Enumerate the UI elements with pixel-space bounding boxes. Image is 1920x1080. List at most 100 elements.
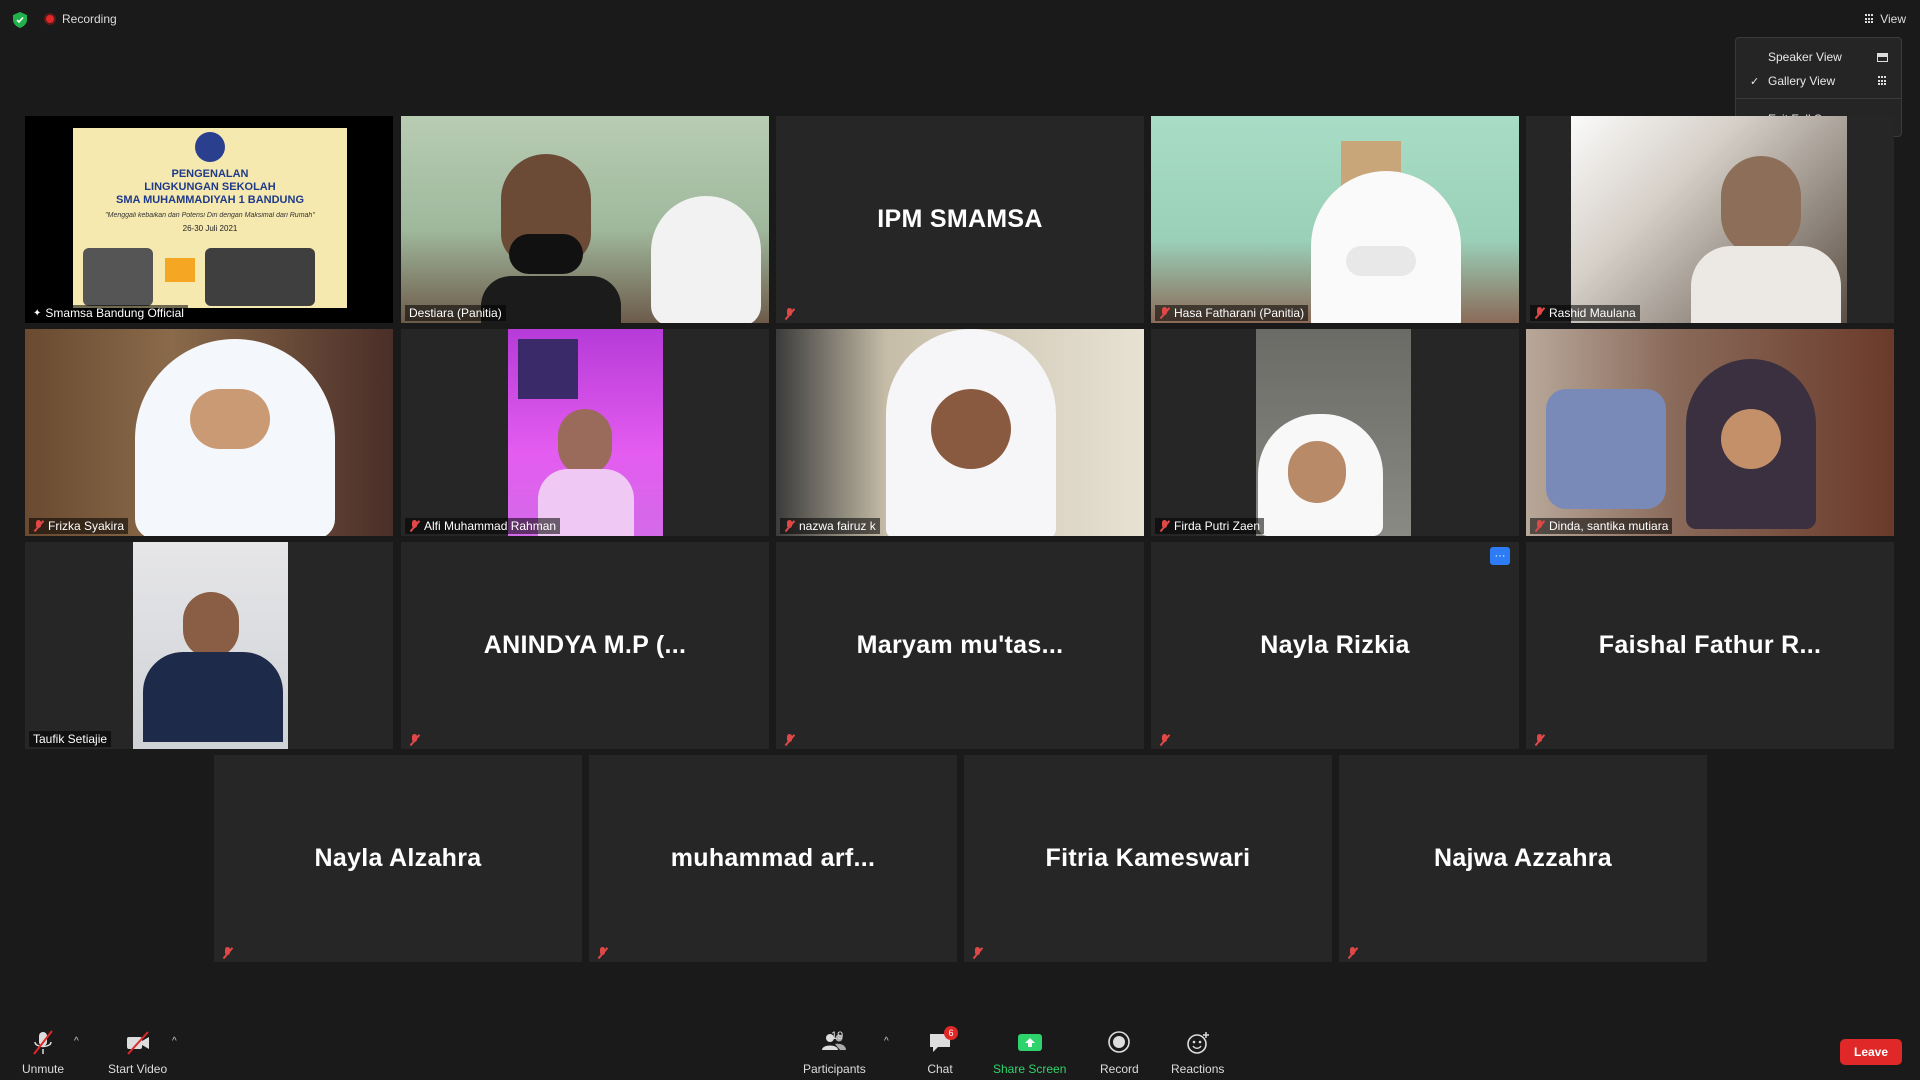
video-feed [776, 329, 1144, 536]
view-button[interactable]: View [1865, 12, 1906, 26]
audio-options-caret[interactable]: ^ [74, 1036, 79, 1047]
muted-mic-icon [1159, 734, 1170, 746]
participant-name-tag [593, 946, 612, 960]
participant-name: Rashid Maulana [1549, 306, 1636, 320]
participant-display-name: Najwa Azzahra [1433, 844, 1613, 872]
slide-sticker [165, 258, 195, 282]
person [558, 409, 612, 475]
person-2 [651, 196, 761, 323]
slide-chair-left [83, 248, 153, 306]
video-feed [1571, 116, 1847, 323]
muted-mic-icon [597, 947, 608, 959]
participants-options-caret[interactable]: ^ [884, 1036, 889, 1047]
slide-line-2: LINGKUNGAN SEKOLAH [144, 181, 276, 193]
slide-date: 26-30 Juli 2021 [182, 224, 238, 233]
unmute-button[interactable]: Unmute [22, 1030, 64, 1076]
menu-item-speaker-view[interactable]: Speaker View [1736, 46, 1901, 68]
start-video-label: Start Video [108, 1062, 168, 1076]
participant-name: Destiara (Panitia) [409, 306, 502, 320]
menu-item-gallery-view[interactable]: ✓ Gallery View [1736, 70, 1901, 92]
video-tile-destiara[interactable]: Destiara (Panitia) [401, 116, 769, 323]
muted-mic-icon [1534, 307, 1545, 319]
shield-icon[interactable] [13, 12, 27, 28]
muted-mic-icon [33, 520, 44, 532]
video-tile-muhammad-arf[interactable]: muhammad arf... [589, 755, 957, 962]
participant-name-tag: Taufik Setiajie [29, 731, 112, 747]
participant-name-tag: Destiara (Panitia) [405, 305, 506, 321]
chat-icon: 6 [926, 1026, 958, 1056]
leave-button[interactable]: Leave [1840, 1039, 1902, 1065]
start-video-button[interactable]: Start Video [108, 1030, 167, 1076]
reactions-button[interactable]: Reactions [1171, 1030, 1224, 1076]
recording-icon [44, 13, 56, 25]
share-screen-icon [1017, 1034, 1042, 1051]
video-tile-nazwa-fairuz[interactable]: nazwa fairuz k [776, 329, 1144, 536]
slide-background: PENGENALAN LINGKUNGAN SEKOLAH SMA MUHAMM… [73, 128, 347, 308]
reactions-label: Reactions [1171, 1062, 1225, 1076]
participant-name: Smamsa Bandung Official [45, 306, 184, 320]
video-tile-hasa-fatharani[interactable]: Hasa Fatharani (Panitia) [1151, 116, 1519, 323]
muted-mic-icon [1347, 947, 1358, 959]
participant-name-tag: Frizka Syakira [29, 518, 129, 534]
participant-name-tag [1343, 946, 1362, 960]
posters [518, 339, 578, 399]
participant-name: Firda Putri Zaen [1174, 519, 1261, 533]
muted-mic-icon [222, 947, 233, 959]
video-tile-maryam[interactable]: Maryam mu'tas... [776, 542, 1144, 749]
recording-label: Recording [62, 12, 117, 26]
video-tile-dinda-santika-mutiara[interactable]: Dinda, santika mutiara [1526, 329, 1894, 536]
top-bar: Recording View [0, 0, 1920, 40]
participant-display-name: Fitria Kameswari [1045, 844, 1251, 872]
share-screen-button[interactable]: Share Screen [993, 1030, 1066, 1076]
menu-divider [1736, 98, 1901, 99]
participant-display-name: ANINDYA M.P (... [483, 631, 687, 659]
participant-display-name: IPM SMAMSA [877, 205, 1043, 233]
pillows [1546, 389, 1666, 509]
participant-name-tag [780, 733, 799, 747]
participant-name-tag: ✦ Smamsa Bandung Official [29, 305, 188, 321]
gallery-view-icon [1878, 76, 1888, 86]
video-tile-taufik-setiajie[interactable]: Taufik Setiajie [25, 542, 393, 749]
video-tile-smamsa-bandung-official[interactable]: PENGENALAN LINGKUNGAN SEKOLAH SMA MUHAMM… [25, 116, 393, 323]
video-tile-firda-putri-zaen[interactable]: Firda Putri Zaen [1151, 329, 1519, 536]
recording-indicator[interactable]: Recording [44, 12, 117, 26]
gallery-view-label: Gallery View [1768, 74, 1836, 88]
view-label: View [1880, 12, 1906, 26]
muted-mic-icon [1159, 520, 1170, 532]
video-tile-anindya[interactable]: ANINDYA M.P (... [401, 542, 769, 749]
chat-button[interactable]: 6 Chat [926, 1026, 958, 1076]
video-tile-nayla-rizkia[interactable]: Nayla Rizkia ··· [1151, 542, 1519, 749]
video-feed [133, 542, 288, 749]
face-mask [509, 234, 583, 274]
video-tile-alfi-muhammad-rahman[interactable]: Alfi Muhammad Rahman [401, 329, 769, 536]
video-options-caret[interactable]: ^ [172, 1036, 177, 1047]
record-button[interactable]: Record [1100, 1030, 1139, 1076]
slide-line-1: PENGENALAN [171, 168, 249, 180]
pin-icon: ✦ [33, 307, 42, 319]
more-options-button[interactable]: ··· [1490, 547, 1510, 565]
muted-mic-icon [409, 734, 420, 746]
face [1721, 409, 1781, 469]
video-tile-rashid-maulana[interactable]: Rashid Maulana [1526, 116, 1894, 323]
video-tile-nayla-alzahra[interactable]: Nayla Alzahra [214, 755, 582, 962]
participant-name-tag [968, 946, 987, 960]
video-tile-najwa-azzahra[interactable]: Najwa Azzahra [1339, 755, 1707, 962]
participant-name: nazwa fairuz k [799, 519, 876, 533]
participants-button[interactable]: 19 Participants [803, 1030, 866, 1076]
video-feed [508, 329, 663, 536]
muted-mic-icon [784, 308, 795, 320]
muted-mic-icon [409, 520, 420, 532]
school-logo [195, 132, 225, 162]
participant-name-tag [218, 946, 237, 960]
video-tile-faishal-fathur[interactable]: Faishal Fathur R... [1526, 542, 1894, 749]
video-tile-fitria-kameswari[interactable]: Fitria Kameswari [964, 755, 1332, 962]
video-tile-ipm-smamsa[interactable]: IPM SMAMSA [776, 116, 1144, 323]
record-label: Record [1100, 1062, 1139, 1076]
share-screen-label: Share Screen [993, 1062, 1067, 1076]
participant-name-tag: nazwa fairuz k [780, 518, 880, 534]
slide-line-3: SMA MUHAMMADIYAH 1 BANDUNG [115, 194, 305, 206]
participant-name-tag [1530, 733, 1549, 747]
participant-display-name: Maryam mu'tas... [856, 631, 1064, 659]
video-tile-frizka-syakira[interactable]: Frizka Syakira [25, 329, 393, 536]
speaker-view-icon [1877, 52, 1888, 62]
